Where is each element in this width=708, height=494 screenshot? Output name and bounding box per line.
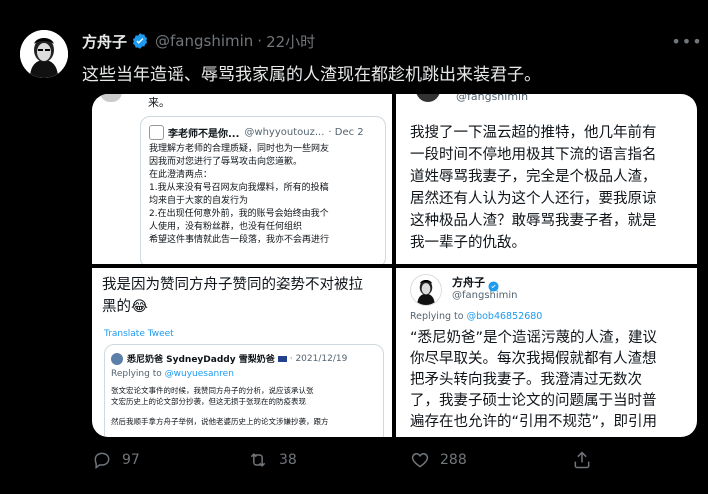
share-button[interactable] [572, 450, 602, 470]
replying-handle: @wuyuesanren [164, 369, 234, 379]
verified-badge-icon [131, 32, 149, 50]
media-image-2[interactable]: @fangshimin 我搜了一下温云超的推特，他几年前有 一段时间不停地用极其… [396, 94, 697, 264]
quoted-line: 希望这件事情就此告一段落，我亦不会再进行 [149, 235, 330, 245]
author-avatar[interactable] [20, 30, 68, 78]
quoted-date: · Dec 2 [328, 127, 364, 138]
panel-text: 我是因为赞同方舟子赞同的姿势不对被拉 黑的😂 [102, 274, 363, 318]
quoted-tweet-card: 李老师不是你... @whyyoutouz... · Dec 2 我理解方老师的… [140, 116, 386, 264]
text-line: 黑的😂 [102, 299, 148, 315]
more-options-icon[interactable]: ••• [671, 30, 701, 52]
quoted-tweet-body: 我理解方老师的合理质疑，同时也为一些网友 因我而对您进行了辱骂攻击向您道歉。 在… [149, 143, 385, 247]
replying-to-line: Replying to @bob46852680 [410, 311, 542, 322]
tweet-header: 方舟子 @fangshimin · 22小时 [82, 30, 315, 52]
handle-fragment: @fangshimin [456, 94, 529, 103]
quoted-avatar-icon [149, 125, 164, 140]
avatar-fragment [416, 94, 440, 102]
author-avatar-small [410, 274, 442, 306]
quoted-line: 人使用，没有粉丝群，也没有任何组织 [149, 222, 303, 232]
reply-icon [94, 452, 110, 469]
author-handle[interactable]: @fangshimin [155, 32, 253, 50]
quoted-line: 张文宏论文事件的时候，我赞同方舟子的分析，说应该承认张 [111, 386, 314, 395]
text-line: 你尽早取关。每次我揭假就都有人渣想 [410, 351, 657, 367]
reply-button[interactable]: 97 [92, 450, 140, 470]
media-image-3[interactable]: 我是因为赞同方舟子赞同的姿势不对被拉 黑的😂 Translate Tweet 悉… [92, 268, 392, 437]
translate-tweet-link: Translate Tweet [104, 329, 174, 339]
like-button[interactable]: 288 [410, 450, 467, 470]
quoted-avatar-icon [111, 352, 123, 365]
quoted-line: 1.我从来没有号召网友向我爆料，所有的投稿 [149, 183, 329, 193]
separator-dot: · [257, 32, 263, 50]
text-line: “悉尼奶爸”是个造谣污蔑的人渣，建议 [410, 330, 658, 346]
quoted-line: 在此澄清两点： [149, 170, 213, 180]
quoted-line: 然后我顺手拿方舟子举例，说他老婆历史上的论文涉嫌抄袭，跟方 [111, 417, 329, 426]
quoted-date: · 2021/12/19 [289, 353, 348, 364]
quoted-tweet-body: 张文宏论文事件的时候，我赞同方舟子的分析，说应该承认张 文宏历史上的论文部分抄袭… [111, 385, 329, 427]
quoted-author-name: 李老师不是你... [168, 129, 240, 140]
panel-text: 我搜了一下温云超的推特，他几年前有 一段时间不停地用极其下流的语言指名 道姓辱骂… [410, 122, 657, 254]
media-image-1[interactable]: 来。 李老师不是你... @whyyoutouz... · Dec 2 我理解方… [92, 94, 392, 264]
retweet-count: 38 [279, 452, 297, 468]
flag-icon [277, 355, 287, 362]
top-fragment-text: 来。 [148, 96, 170, 109]
text-line: 我是因为赞同方舟子赞同的姿势不对被拉 [102, 277, 363, 293]
quoted-line [111, 407, 329, 416]
text-line: 了，我妻子硕士论文的问题属于当时普 [410, 393, 657, 409]
share-icon [574, 451, 590, 469]
quoted-line: 文宏历史上的论文部分抄袭，但这无损于张现在的防疫表现 [111, 397, 306, 406]
quoted-tweet-header: 李老师不是你... @whyyoutouz... · Dec 2 [149, 125, 364, 140]
panel-author-handle: @fangshimin [452, 290, 518, 301]
text-line: 把矛头转向我妻子。我澄清过无数次 [410, 372, 642, 388]
quoted-line: 因我而对您进行了辱骂攻击向您道歉。 [149, 157, 303, 167]
replying-label: Replying to [111, 369, 162, 379]
author-name[interactable]: 方舟子 [82, 31, 127, 52]
text-line: 我搜了一下温云超的推特，他几年前有 [410, 125, 657, 141]
media-image-4[interactable]: 方舟子 @fangshimin Replying to @bob46852680… [396, 268, 697, 437]
retweet-button[interactable]: 38 [247, 450, 297, 470]
avatar-fragment [100, 94, 122, 102]
text-line: 一段时间不停地用极其下流的语言指名 [410, 147, 657, 163]
text-line: 居然还有人认为这个人还行，要我原谅 [410, 191, 657, 207]
text-line: 道姓辱骂我妻子，完全是个极品人渣， [410, 169, 657, 185]
like-count: 288 [440, 452, 467, 468]
replying-handle: @bob46852680 [466, 311, 543, 322]
heart-icon [411, 452, 429, 468]
replying-to-line: Replying to @wuyuesanren [111, 369, 234, 379]
verified-badge-icon [488, 277, 499, 292]
quoted-line: 2.在出现任何意外前，我的账号会始终由我个 [149, 209, 329, 219]
tweet-timestamp[interactable]: 22小时 [266, 31, 315, 52]
quoted-author-name: 悉尼奶爸 SydneyDaddy 雪梨奶爸 [127, 355, 275, 365]
tweet-media-grid[interactable]: 来。 李老师不是你... @whyyoutouz... · Dec 2 我理解方… [92, 94, 697, 437]
quoted-line: 我理解方老师的合理质疑，同时也为一些网友 [149, 144, 330, 154]
reply-count: 97 [122, 452, 140, 468]
text-line: 我一辈子的仇敌。 [410, 235, 526, 251]
panel-author-row: 方舟子 [452, 274, 499, 292]
tweet-action-bar: 97 38 288 [92, 450, 612, 478]
text-line: 这种极品人渣？敢辱骂我妻子者，就是 [410, 213, 657, 229]
tweet-text: 这些当年造谣、辱骂我家属的人渣现在都趁机跳出来装君子。 [82, 65, 541, 85]
replying-label: Replying to [410, 311, 464, 322]
quoted-tweet-card: 悉尼奶爸 SydneyDaddy 雪梨奶爸 · 2021/12/19 Reply… [104, 344, 384, 437]
quoted-tweet-header: 悉尼奶爸 SydneyDaddy 雪梨奶爸 · 2021/12/19 [111, 352, 347, 365]
quoted-line: 均来自于大家的自发行为 [149, 196, 249, 206]
retweet-icon [250, 453, 266, 467]
panel-author-name: 方舟子 [452, 276, 485, 289]
text-line: 遍存在也允许的“引用不规范”，即引用 [410, 414, 658, 430]
panel-text: “悉尼奶爸”是个造谣污蔑的人渣，建议 你尽早取关。每次我揭假就都有人渣想 把矛头… [410, 328, 657, 433]
quoted-author-handle: @whyyoutouz... [244, 127, 325, 138]
